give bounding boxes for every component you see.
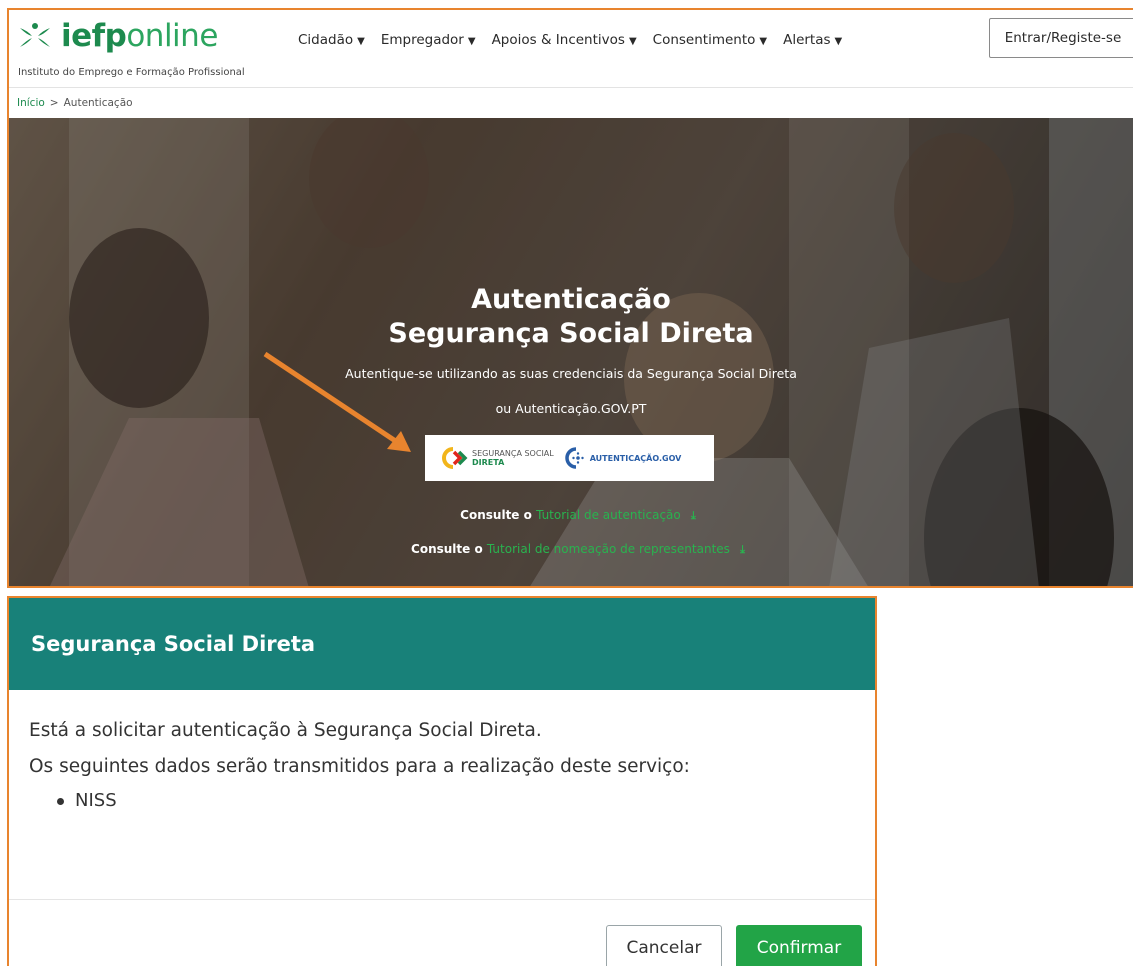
breadcrumb: Início > Autenticação [9, 87, 1133, 118]
cancel-button[interactable]: Cancelar [606, 925, 722, 966]
auth-confirm-dialog: Segurança Social Direta Está a solicitar… [7, 596, 877, 966]
list-item: NISS [57, 787, 855, 815]
ss-logo-line2: DIRETA [472, 458, 505, 467]
transmitted-data-list: NISS [29, 787, 855, 815]
hero-banner: Autenticação Segurança Social Direta Aut… [9, 118, 1133, 586]
site-header: iefponline Instituto do Emprego e Formaç… [9, 10, 1133, 87]
ss-logo-line1: SEGURANÇA SOCIAL [472, 449, 554, 458]
dialog-body: Está a solicitar autenticação à Seguranç… [9, 690, 875, 815]
tutorial-autenticacao-link[interactable]: Tutorial de autenticação [536, 508, 681, 522]
tutorial-nomeacao-link[interactable]: Tutorial de nomeação de representantes [487, 542, 730, 556]
main-nav: Cidadão ▼ Empregador ▼ Apoios & Incentivos… [298, 32, 842, 48]
dialog-message-line1: Está a solicitar autenticação à Seguranç… [29, 720, 542, 741]
nav-cidadao[interactable]: Cidadão ▼ [298, 32, 365, 48]
dialog-footer: Cancelar Confirmar [9, 899, 875, 966]
breadcrumb-separator: > [49, 97, 59, 109]
nav-apoios-incentivos[interactable]: Apoios & Incentivos ▼ [492, 32, 637, 48]
autenticacao-gov-logo: AUTENTICAÇÃO.GOV [564, 447, 682, 469]
consult-tutorial-representatives: Consulte o Tutorial de nomeação de repre… [9, 542, 1133, 557]
iefp-logo-icon [20, 22, 50, 47]
caret-down-icon: ▼ [628, 36, 637, 47]
confirm-button[interactable]: Confirmar [736, 925, 862, 966]
auth-provider-button[interactable]: SEGURANÇA SOCIAL DIRETA AUTENTICAÇÃO.GOV [425, 435, 714, 481]
site-frame: iefponline Instituto do Emprego e Formaç… [7, 8, 1133, 588]
caret-down-icon: ▼ [759, 36, 768, 47]
consult-tutorial-auth: Consulte o Tutorial de autenticação ⤓ [9, 508, 1133, 523]
nav-consentimento[interactable]: Consentimento ▼ [653, 32, 767, 48]
download-icon[interactable]: ⤓ [691, 509, 696, 522]
site-logo[interactable]: iefponline [17, 21, 218, 52]
dialog-header: Segurança Social Direta [9, 598, 875, 690]
consult-prefix: Consulte o [411, 542, 483, 556]
consult-prefix: Consulte o [460, 508, 532, 522]
download-icon[interactable]: ⤓ [740, 543, 745, 556]
login-register-button[interactable]: Entrar/Registe-se [989, 18, 1133, 58]
dialog-message-line2: Os seguintes dados serão transmitidos pa… [29, 756, 690, 777]
autenticacao-gov-icon [564, 447, 584, 469]
gov-logo-text: AUTENTICAÇÃO.GOV [589, 453, 682, 463]
breadcrumb-current: Autenticação [63, 97, 133, 109]
logo-wordmark: iefponline [61, 18, 218, 54]
caret-down-icon: ▼ [467, 36, 476, 47]
nav-alertas[interactable]: Alertas ▼ [783, 32, 842, 48]
breadcrumb-home-link[interactable]: Início [17, 97, 45, 109]
caret-down-icon: ▼ [357, 36, 365, 47]
hero-title-line2: Segurança Social Direta [388, 318, 754, 349]
site-tagline: Instituto do Emprego e Formação Profissi… [18, 67, 245, 78]
hero-title-line1: Autenticação [471, 284, 671, 315]
seguranca-social-direta-logo: SEGURANÇA SOCIAL DIRETA [442, 447, 554, 469]
nav-empregador[interactable]: Empregador ▼ [381, 32, 476, 48]
caret-down-icon: ▼ [834, 36, 843, 47]
seguranca-social-icon [442, 447, 468, 469]
hero-subtitle-line1: Autentique-se utilizando as suas credenc… [345, 366, 797, 381]
dialog-title: Segurança Social Direta [31, 632, 316, 656]
hero-subtitle-line2: ou Autenticação.GOV.PT [495, 401, 647, 416]
